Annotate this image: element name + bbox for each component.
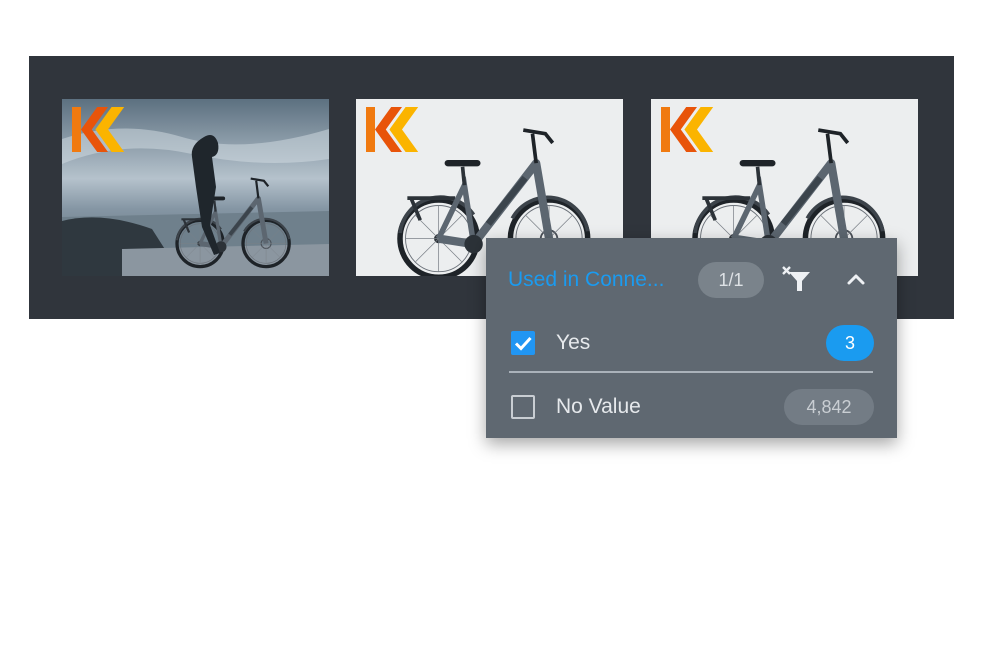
divider xyxy=(509,371,873,373)
option-label: No Value xyxy=(556,395,641,418)
lifestyle-photo xyxy=(62,99,329,276)
checkmark-icon xyxy=(514,336,532,351)
selection-count-badge: 1/1 xyxy=(698,262,764,298)
collapse-button[interactable] xyxy=(844,268,868,290)
filter-option-yes[interactable]: Yes 3 xyxy=(486,318,897,368)
yes-checkbox[interactable] xyxy=(511,331,535,355)
filter-option-no-value[interactable]: No Value 4,842 xyxy=(486,382,897,432)
option-count-badge: 3 xyxy=(826,325,874,361)
thumbnail-lifestyle[interactable] xyxy=(62,99,329,276)
option-count-badge: 4,842 xyxy=(784,389,874,425)
filter-title[interactable]: Used in Conne... xyxy=(508,268,664,292)
clear-filter-icon xyxy=(782,266,810,291)
option-label: Yes xyxy=(556,331,591,354)
no-value-checkbox[interactable] xyxy=(511,395,535,419)
clear-filter-button[interactable] xyxy=(781,264,813,294)
chevron-up-icon xyxy=(847,274,865,285)
filter-panel: Used in Conne... 1/1 Yes 3 No Value 4,84… xyxy=(486,238,897,438)
